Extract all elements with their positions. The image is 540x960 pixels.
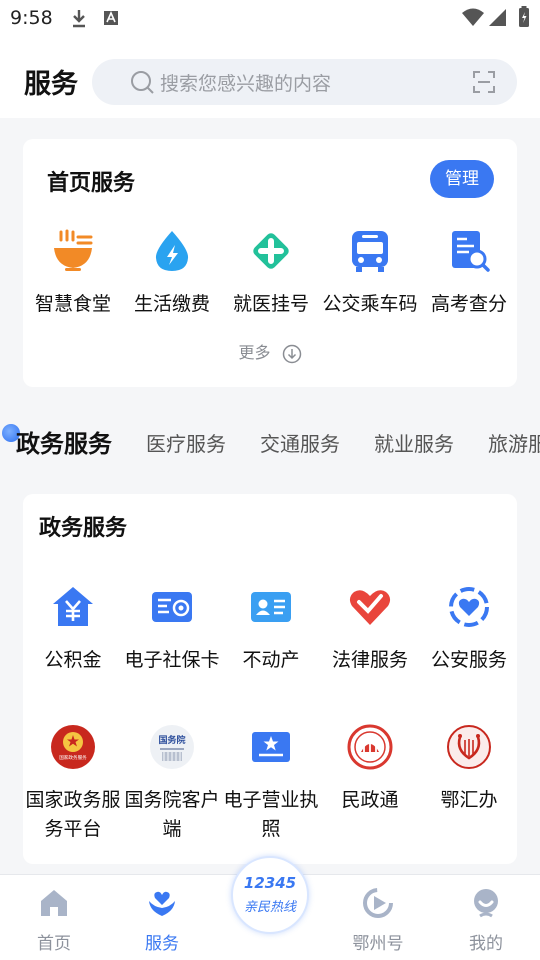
gov-services-title: 政务服务 [39, 516, 128, 541]
service-item-label: 就医挂号 [232, 293, 309, 315]
service-item-business-license[interactable]: 电子营业执照 [221, 724, 321, 844]
home-services-title: 首页服务 [47, 171, 136, 196]
wifi-icon [462, 8, 484, 26]
legal-heart-icon [349, 590, 391, 625]
service-item-state-council[interactable]: 国务院 国务院客户端 [122, 724, 222, 844]
manage-button[interactable]: 管理 [430, 160, 494, 198]
nav-home[interactable]: 首页 [14, 887, 94, 954]
service-item-label: 高考查分 [430, 293, 507, 315]
service-item-exam[interactable]: 高考查分 [419, 228, 519, 319]
more-label: 更多 [238, 343, 271, 362]
service-item-label: 公积金 [44, 649, 102, 671]
user-icon [474, 889, 498, 918]
bus-icon [352, 231, 388, 272]
service-item-bus[interactable]: 公交乘车码 [320, 228, 420, 319]
page-header: 服务 搜索您感兴趣的内容 [0, 36, 540, 118]
business-license-icon [252, 732, 290, 762]
tab-medical-services[interactable]: 医疗服务 [146, 428, 226, 457]
nav-label: 服务 [145, 934, 179, 954]
exam-score-search-icon [452, 231, 490, 272]
search-placeholder[interactable]: 搜索您感兴趣的内容 [160, 69, 331, 96]
scan-icon[interactable] [473, 71, 495, 93]
police-shield-icon [449, 587, 489, 627]
svg-text:国务院: 国务院 [158, 734, 185, 746]
canteen-bowl-icon [54, 229, 93, 271]
service-item-police[interactable]: 公安服务 [419, 584, 519, 675]
home-icon [41, 890, 67, 916]
social-security-card-icon [152, 592, 192, 622]
service-item-civil-affairs[interactable]: 民政通 [320, 724, 420, 815]
service-heart-hands-icon [149, 891, 175, 916]
play-circle-icon [363, 888, 393, 918]
service-item-label: 法律服务 [331, 649, 408, 671]
utility-payment-icon [155, 231, 189, 271]
status-time: 9:58 [10, 7, 53, 29]
service-item-label: 智慧食堂 [34, 293, 111, 315]
medical-cross-icon [253, 233, 289, 269]
nav-label: 鄂州号 [352, 934, 404, 954]
svg-text:国家政务服务: 国家政务服务 [59, 754, 87, 761]
service-item-ehuiban[interactable]: 鄂汇办 [419, 724, 519, 815]
tab-gov-services[interactable]: 政务服务 [16, 424, 112, 459]
service-item-social-security[interactable]: 电子社保卡 [122, 584, 222, 675]
nav-ezhou[interactable]: 鄂州号 [338, 887, 418, 954]
property-id-card-icon [251, 592, 291, 622]
status-bar: 9:58 [0, 0, 540, 36]
tab-tourism-services[interactable]: 旅游服 [488, 428, 540, 457]
state-council-logo-icon: 国务院 [150, 725, 194, 769]
service-item-label: 不动产 [242, 649, 300, 671]
service-item-utility[interactable]: 生活缴费 [122, 228, 222, 319]
search-bar[interactable]: 搜索您感兴趣的内容 [92, 59, 517, 105]
nav-label: 我的 [469, 934, 503, 954]
service-item-legal[interactable]: 法律服务 [320, 584, 420, 675]
service-item-label: 公安服务 [430, 649, 507, 671]
civil-affairs-seal-icon [347, 724, 393, 770]
home-services-card: 首页服务 管理 智慧食堂 生活缴费 就医挂号 公交乘车码 高考查分 更多 [23, 139, 517, 387]
nav-label: 首页 [37, 934, 71, 954]
category-tabs: 政务服务 医疗服务 交通服务 就业服务 旅游服 [0, 418, 540, 466]
chevron-down-circle-icon [282, 344, 301, 363]
download-icon [73, 10, 85, 28]
hotline-number: 12345 [243, 874, 297, 892]
service-item-national-platform[interactable]: 国家政务服务 国家政务服务平台 [23, 724, 123, 844]
service-item-label: 国家政务服务平台 [25, 789, 121, 840]
page-title: 服务 [24, 69, 78, 100]
service-item-label: 生活缴费 [133, 293, 210, 315]
service-item-medical[interactable]: 就医挂号 [221, 228, 321, 319]
battery-icon [519, 6, 529, 27]
tab-transport-services[interactable]: 交通服务 [260, 428, 340, 457]
keyboard-icon [104, 11, 118, 25]
gov-services-card: 政务服务 公积金 电子社保卡 不动产 法律服务 公安服务 国家政务服务 国家政务… [23, 494, 517, 864]
cellular-signal-icon [489, 9, 506, 26]
service-item-label: 民政通 [341, 789, 399, 811]
service-item-housing-fund[interactable]: 公积金 [23, 584, 123, 675]
hotline-text: 亲民热线 [243, 900, 296, 915]
tab-employment-services[interactable]: 就业服务 [374, 428, 454, 457]
service-item-label: 电子营业执照 [223, 789, 319, 840]
service-item-label: 国务院客户端 [124, 789, 220, 840]
service-item-property[interactable]: 不动产 [221, 584, 321, 675]
service-item-label: 公交乘车码 [322, 293, 418, 315]
nav-service[interactable]: 服务 [122, 887, 202, 954]
more-button[interactable]: 更多 [23, 339, 517, 364]
nav-mine[interactable]: 我的 [446, 887, 526, 954]
ehuiban-lyre-icon [447, 725, 491, 769]
service-item-canteen[interactable]: 智慧食堂 [23, 228, 123, 319]
hotline-12345-button[interactable]: 12345 亲民热线 [231, 856, 309, 934]
service-item-label: 鄂汇办 [440, 789, 498, 811]
housing-fund-icon [53, 587, 93, 626]
search-icon [131, 71, 154, 94]
national-emblem-icon: 国家政务服务 [51, 725, 95, 769]
service-item-label: 电子社保卡 [124, 649, 220, 671]
